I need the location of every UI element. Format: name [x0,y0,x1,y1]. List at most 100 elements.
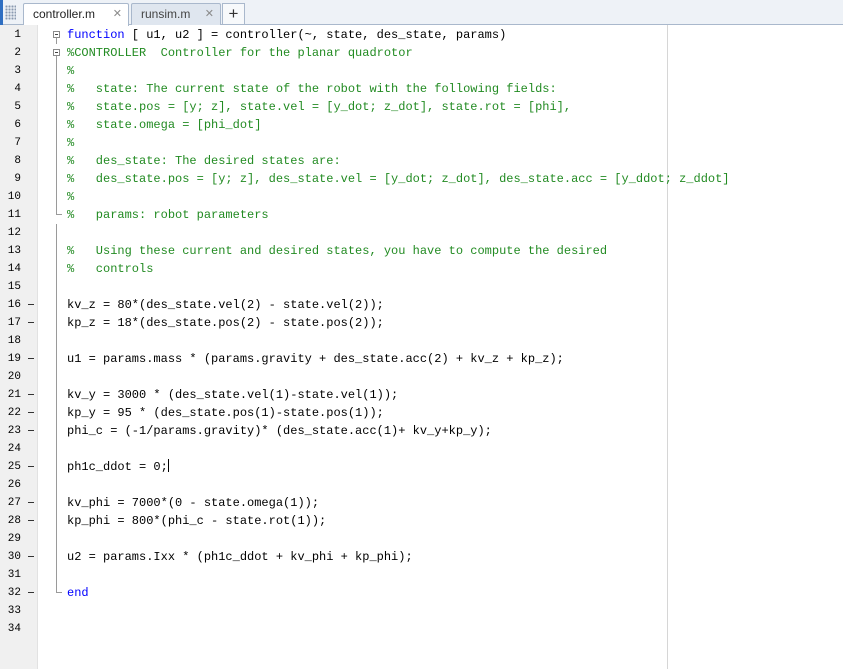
grip-icon[interactable] [5,5,16,20]
code-line[interactable]: 25 ph1c_ddot = 0; [0,458,843,476]
line-number: 20 [7,371,21,383]
breakpoint-dash-icon[interactable] [28,592,34,593]
code-text[interactable]: kp_y = 95 * (des_state.pos(1)-state.pos(… [67,404,384,422]
line-number: 25 [7,461,21,473]
code-line[interactable]: 19 u1 = params.mass * (params.gravity + d… [0,350,843,368]
code-text[interactable]: % state.pos = [y; z], state.vel = [y_dot… [67,98,571,116]
code-text[interactable]: kv_y = 3000 * (des_state.vel(1)-state.ve… [67,386,398,404]
code-line[interactable]: 5 % state.pos = [y; z], state.vel = [y_do… [0,98,843,116]
code-text[interactable]: % [67,134,74,152]
tab-label: controller.m [33,7,96,21]
code-text[interactable]: kv_phi = 7000*(0 - state.omega(1)); [67,494,319,512]
code-text[interactable]: % des_state.pos = [y; z], des_state.vel … [67,170,730,188]
code-token: kv_phi = 7000*(0 - state.omega(1)); [67,496,320,510]
line-number: 2 [14,47,21,59]
close-icon[interactable]: ✕ [113,4,122,24]
code-line[interactable]: 10% [0,188,843,206]
line-number: 12 [7,227,21,239]
code-text[interactable]: end [67,584,89,602]
code-line[interactable]: 17 kp_z = 18*(des_state.pos(2) - state.po… [0,314,843,332]
code-editor[interactable]: 1 function [ u1, u2 ] = controller(~, sta… [0,25,843,669]
code-text[interactable]: u1 = params.mass * (params.gravity + des… [67,350,564,368]
code-text[interactable]: kv_z = 80*(des_state.vel(2) - state.vel(… [67,296,384,314]
code-text[interactable]: function [ u1, u2 ] = controller(~, stat… [67,26,506,44]
code-text[interactable]: kp_z = 18*(des_state.pos(2) - state.pos(… [67,314,384,332]
line-number: 13 [7,245,21,257]
breakpoint-dash-icon[interactable] [28,466,34,467]
code-line[interactable]: 1 function [ u1, u2 ] = controller(~, sta… [0,26,843,44]
tab-bar: controller.m ✕ runsim.m ✕ + [0,0,843,26]
line-number: 32 [7,587,21,599]
code-line[interactable]: 26 [0,476,843,494]
breakpoint-dash-icon[interactable] [28,520,34,521]
code-line[interactable]: 28 kp_phi = 800*(phi_c - state.rot(1)); [0,512,843,530]
code-line[interactable]: 21 kv_y = 3000 * (des_state.vel(1)-state.… [0,386,843,404]
breakpoint-dash-icon[interactable] [28,358,34,359]
code-token: kv_y = 3000 * (des_state.vel(1)-state.ve… [67,388,399,402]
close-icon[interactable]: ✕ [205,4,214,24]
code-text[interactable]: % des_state: The desired states are: [67,152,341,170]
code-text[interactable]: kp_phi = 800*(phi_c - state.rot(1)); [67,512,326,530]
code-line[interactable]: 8 % des_state: The desired states are: [0,152,843,170]
code-line[interactable]: 20 [0,368,843,386]
breakpoint-dash-icon[interactable] [28,304,34,305]
code-line[interactable]: 18 [0,332,843,350]
code-line[interactable]: 15 [0,278,843,296]
code-line[interactable]: 30 u2 = params.Ixx * (ph1c_ddot + kv_phi … [0,548,843,566]
fold-toggle-icon[interactable] [53,49,60,56]
line-number: 4 [14,83,21,95]
breakpoint-dash-icon[interactable] [28,394,34,395]
line-number: 16 [7,299,21,311]
breakpoint-dash-icon[interactable] [28,502,34,503]
fold-line [56,62,57,80]
code-line[interactable]: 27 kv_phi = 7000*(0 - state.omega(1)); [0,494,843,512]
code-text[interactable]: % [67,188,74,206]
breakpoint-dash-icon[interactable] [28,412,34,413]
code-text[interactable]: % Using these current and desired states… [67,242,607,260]
code-line[interactable]: 3% [0,62,843,80]
code-text[interactable]: % state: The current state of the robot … [67,80,557,98]
code-line[interactable]: 6 % state.omega = [phi_dot] [0,116,843,134]
fold-line [56,116,57,134]
breakpoint-dash-icon[interactable] [28,556,34,557]
code-line[interactable]: 23 phi_c = (-1/params.gravity)* (des_stat… [0,422,843,440]
fold-line [56,278,57,296]
code-text[interactable]: % controls [67,260,153,278]
comment-token: % [67,136,75,150]
line-number: 14 [7,263,21,275]
code-line[interactable]: 22 kp_y = 95 * (des_state.pos(1)-state.po… [0,404,843,422]
code-line[interactable]: 14 % controls [0,260,843,278]
breakpoint-dash-icon[interactable] [28,322,34,323]
code-line[interactable]: 7% [0,134,843,152]
code-token: kp_z = 18*(des_state.pos(2) - state.pos(… [67,316,384,330]
tab-runsim[interactable]: runsim.m ✕ [131,3,221,25]
fold-line [56,386,57,404]
code-text[interactable]: % state.omega = [phi_dot] [67,116,261,134]
code-line[interactable]: 16 kv_z = 80*(des_state.vel(2) - state.ve… [0,296,843,314]
code-line[interactable]: 33 [0,602,843,620]
breakpoint-dash-icon[interactable] [28,430,34,431]
code-line[interactable]: 11 % params: robot parameters [0,206,843,224]
code-text[interactable]: u2 = params.Ixx * (ph1c_ddot + kv_phi + … [67,548,413,566]
code-text[interactable]: phi_c = (-1/params.gravity)* (des_state.… [67,422,492,440]
fold-toggle-icon[interactable] [53,31,60,38]
code-text[interactable]: ph1c_ddot = 0; [67,458,169,476]
code-line[interactable]: 29 [0,530,843,548]
code-line[interactable]: 12 [0,224,843,242]
code-line[interactable]: 24 [0,440,843,458]
tab-controller[interactable]: controller.m ✕ [23,3,129,26]
code-text[interactable]: % params: robot parameters [67,206,269,224]
code-line[interactable]: 13 % Using these current and desired stat… [0,242,843,260]
plus-icon[interactable]: + [222,3,245,24]
code-text[interactable]: %CONTROLLER Controller for the planar qu… [67,44,413,62]
fold-line [56,512,57,530]
code-line[interactable]: 31 [0,566,843,584]
code-line[interactable]: 4 % state: The current state of the robot… [0,80,843,98]
line-number: 17 [7,317,21,329]
code-line[interactable]: 32 end [0,584,843,602]
code-text[interactable]: % [67,62,74,80]
comment-token: % Using these current and desired states… [67,244,608,258]
code-line[interactable]: 34 [0,620,843,638]
code-line[interactable]: 9 % des_state.pos = [y; z], des_state.vel… [0,170,843,188]
code-line[interactable]: 2 %CONTROLLER Controller for the planar q… [0,44,843,62]
